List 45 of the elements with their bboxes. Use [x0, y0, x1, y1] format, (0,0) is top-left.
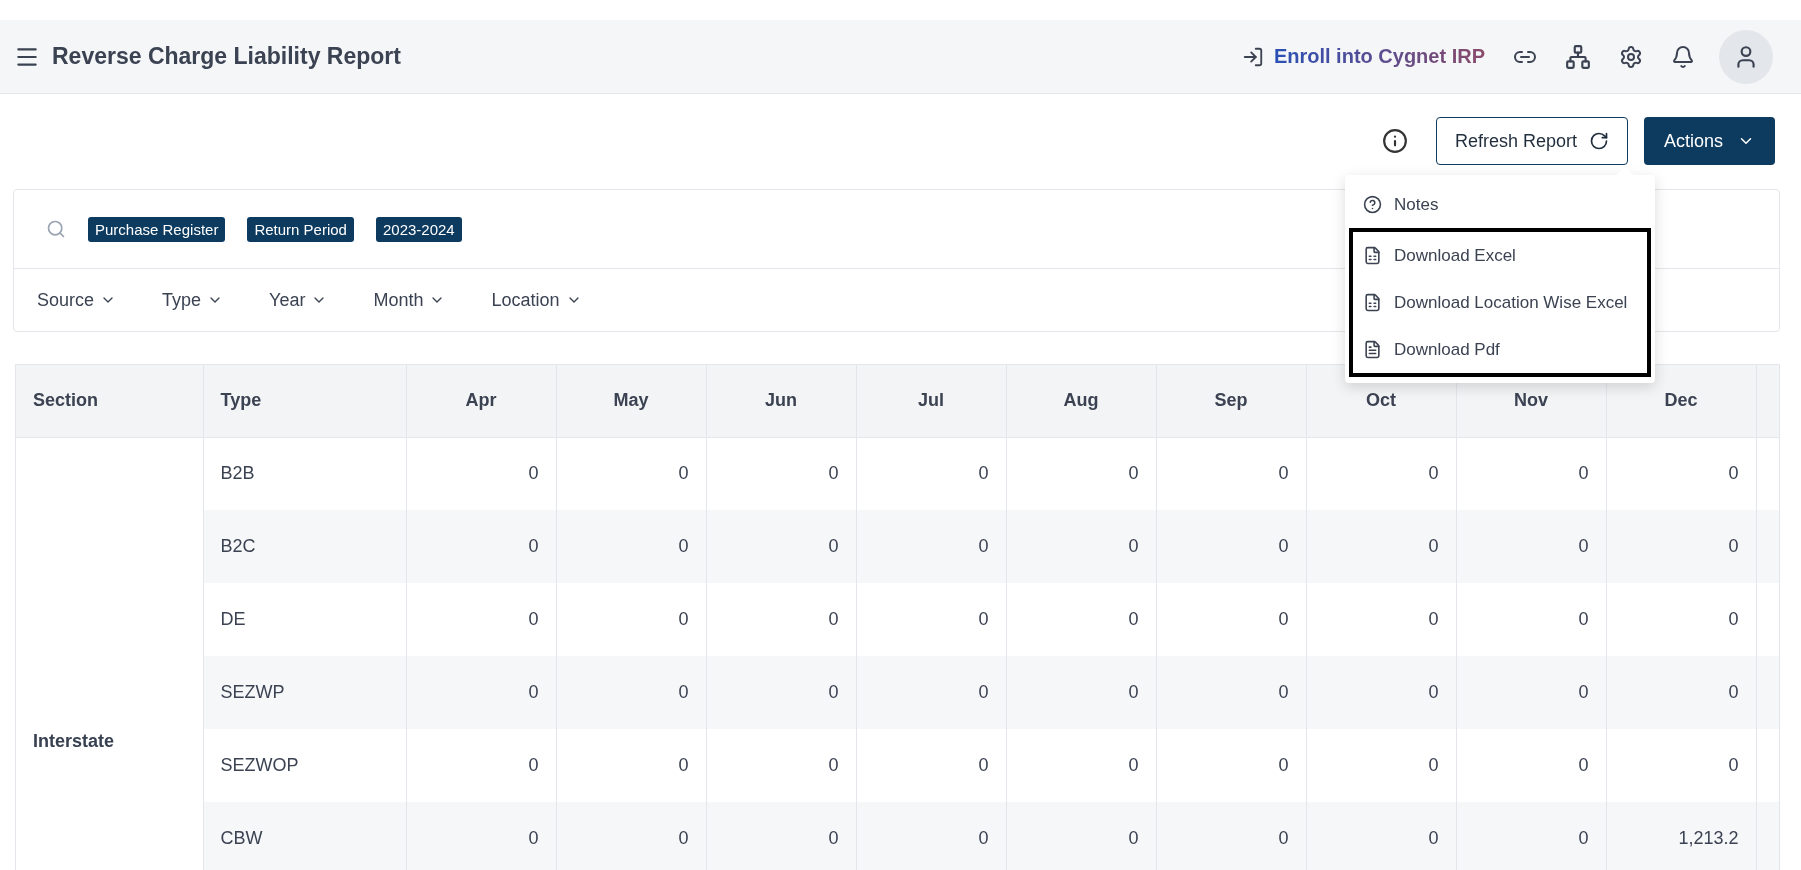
filter-dropdown[interactable]: Location	[491, 289, 582, 311]
column-header: Jun	[706, 365, 856, 437]
column-header: Section	[16, 365, 203, 437]
value-cell: 0	[1456, 802, 1606, 870]
spreadsheet-icon	[1363, 246, 1382, 265]
hierarchy-icon[interactable]	[1565, 43, 1591, 70]
spreadsheet-icon	[1363, 293, 1382, 312]
column-header: Apr	[406, 365, 556, 437]
type-cell: CBW	[203, 802, 406, 870]
filter-chip: Return Period	[247, 216, 354, 242]
page-title: Reverse Charge Liability Report	[52, 43, 402, 70]
refresh-icon	[1588, 131, 1609, 151]
info-icon[interactable]	[1381, 128, 1408, 154]
menu-item[interactable]: Download Location Wise Excel	[1353, 279, 1647, 326]
filter-dropdown[interactable]: Source	[37, 289, 117, 311]
column-header: May	[556, 365, 706, 437]
document-icon	[1363, 340, 1382, 359]
value-cell: 1,213.2	[1606, 802, 1756, 870]
bell-icon[interactable]	[1671, 44, 1695, 69]
search-icon	[46, 219, 66, 239]
column-header: Type	[203, 365, 406, 437]
column-header: Sep	[1156, 365, 1306, 437]
filter-dropdown[interactable]: Type	[162, 289, 224, 311]
help-icon	[1363, 195, 1382, 214]
actions-button[interactable]: Actions	[1643, 117, 1775, 165]
value-cell: 0	[1306, 802, 1456, 870]
section-cell: Interstate	[16, 437, 203, 870]
refresh-report-button[interactable]: Refresh Report	[1435, 117, 1628, 165]
value-cell: 0	[1156, 802, 1306, 870]
value-cell: 0	[556, 802, 706, 870]
menu-item[interactable]: Notes	[1345, 181, 1655, 228]
filter-chip: Purchase Register	[88, 216, 226, 242]
value-cell: 0	[406, 802, 556, 870]
value-cell: 0	[706, 802, 856, 870]
settings-icon[interactable]	[1619, 44, 1643, 69]
menu-item[interactable]: Download Excel	[1353, 232, 1647, 279]
value-cell: 0	[1006, 802, 1156, 870]
column-header: Jul	[856, 365, 1006, 437]
filter-dropdown[interactable]: Year	[269, 289, 328, 311]
sign-in-icon	[1241, 45, 1264, 68]
filter-chip: 2023-2024	[375, 216, 462, 242]
column-header: Dec	[1606, 365, 1756, 437]
column-header: Aug	[1006, 365, 1156, 437]
filter-dropdown[interactable]: Month	[373, 289, 446, 311]
value-cell: 0	[856, 802, 1006, 870]
